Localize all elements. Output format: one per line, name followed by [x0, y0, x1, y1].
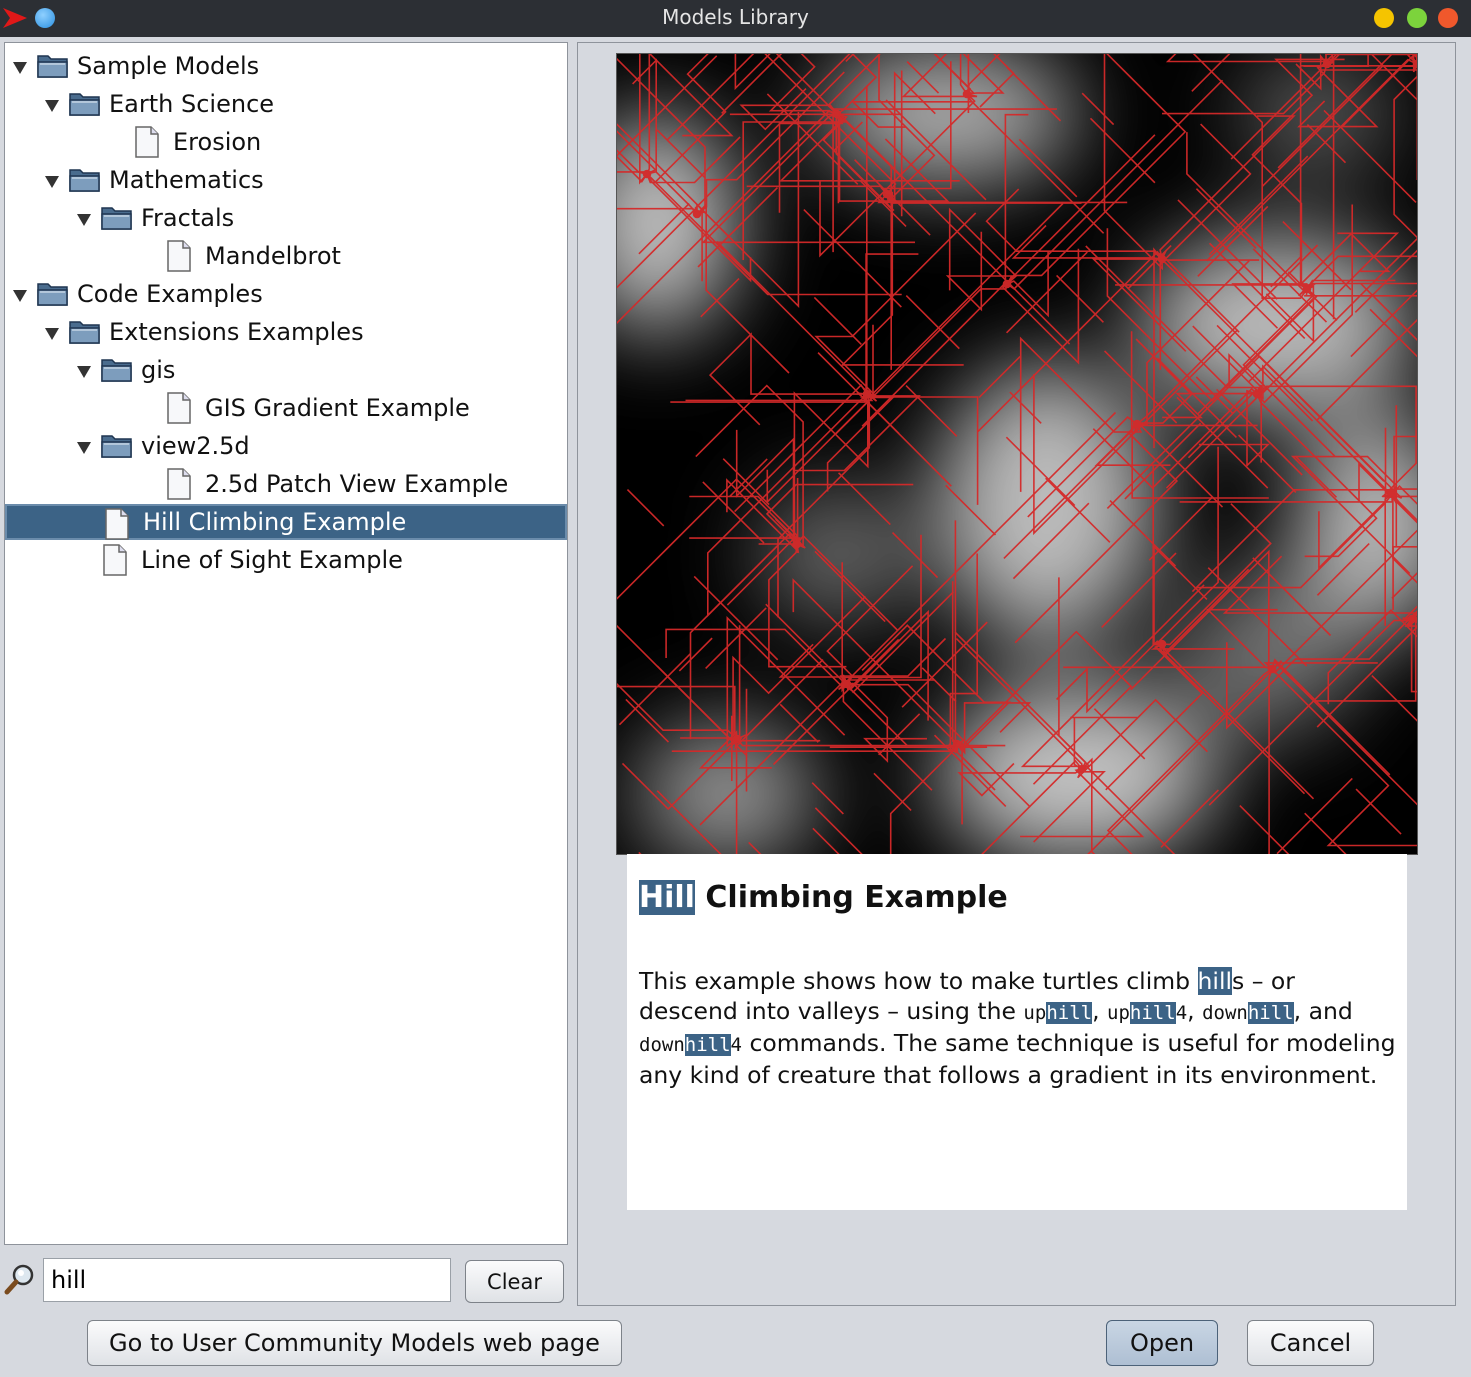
tree-item-label: Erosion [173, 128, 262, 156]
user-community-models-button[interactable]: Go to User Community Models web page [87, 1320, 622, 1366]
tree-item[interactable]: 2.5d Patch View Example [5, 466, 567, 502]
turtle-marker [1157, 639, 1167, 649]
turtle-marker [1132, 419, 1142, 429]
turtle-marker [842, 679, 852, 689]
turtle-marker [1157, 254, 1167, 264]
title-highlight: Hill [639, 880, 695, 915]
search-match-highlight: hill [1197, 967, 1232, 995]
expand-arrow-icon[interactable] [13, 290, 27, 302]
tree-item[interactable]: view2.5d [5, 428, 567, 464]
tree-item-label: gis [141, 356, 176, 384]
search-match-highlight: hill [684, 1034, 731, 1056]
folder-icon [68, 88, 102, 128]
tree-item-label: Code Examples [77, 280, 263, 308]
minimize-button[interactable] [1374, 8, 1394, 28]
folder-icon [68, 316, 102, 356]
expand-arrow-icon[interactable] [13, 62, 27, 74]
tree-item-label: view2.5d [141, 432, 250, 460]
tree-item-label: Earth Science [109, 90, 275, 118]
tree-item-label: Mandelbrot [205, 242, 341, 270]
model-preview-image [489, 0, 1471, 998]
description-text: This example shows how to make turtles c… [639, 967, 1198, 995]
expand-arrow-icon[interactable] [45, 100, 59, 112]
turtle-marker [862, 389, 872, 399]
folder-icon [68, 164, 102, 204]
tree-item-label: Extensions Examples [109, 318, 364, 346]
tree-item-label: Fractals [141, 204, 235, 232]
tree-item[interactable]: Extensions Examples [5, 314, 567, 350]
model-title: Hill Climbing Example [639, 880, 1008, 915]
model-description: Hill Climbing Example This example shows… [627, 854, 1407, 1210]
search-match-highlight: hill [1129, 1002, 1176, 1024]
maximize-button[interactable] [1407, 8, 1427, 28]
turtle-marker [1412, 59, 1422, 69]
title-bar: Models Library [0, 0, 1471, 37]
turtle-marker [792, 539, 802, 549]
description-text: , and [1293, 997, 1353, 1025]
turtle-marker [1387, 489, 1397, 499]
description-text: down [1202, 1002, 1248, 1024]
tree-item[interactable]: gis [5, 352, 567, 388]
tree-item[interactable]: Erosion [5, 124, 567, 160]
turtle-marker [1407, 614, 1417, 624]
window-title: Models Library [662, 5, 809, 29]
open-button[interactable]: Open [1106, 1320, 1218, 1366]
expand-arrow-icon[interactable] [77, 214, 91, 226]
expand-arrow-icon[interactable] [45, 176, 59, 188]
tree-item-label: Mathematics [109, 166, 264, 194]
description-text: up [1107, 1002, 1130, 1024]
description-text: 4 [730, 1034, 742, 1056]
tree-item[interactable]: GIS Gradient Example [5, 390, 567, 426]
file-icon [101, 544, 129, 586]
search-match-highlight: hill [1247, 1002, 1294, 1024]
tree-item[interactable]: Code Examples [5, 276, 567, 312]
expand-arrow-icon[interactable] [77, 366, 91, 378]
folder-icon [100, 202, 134, 242]
tree-item-label: GIS Gradient Example [205, 394, 470, 422]
turtle-marker [1322, 59, 1332, 69]
description-text: commands. The same technique is useful f… [639, 1029, 1396, 1089]
folder-icon [36, 50, 70, 90]
description-text: down [639, 1034, 685, 1056]
description-text: 4 [1175, 1002, 1188, 1024]
magnifier-icon [4, 1263, 36, 1299]
expand-arrow-icon[interactable] [45, 328, 59, 340]
folder-icon [100, 354, 134, 394]
tree-item[interactable]: Mathematics [5, 162, 567, 198]
tree-item[interactable]: Fractals [5, 200, 567, 236]
search-match-highlight: hill [1046, 1002, 1093, 1024]
turtle-marker [1077, 764, 1087, 774]
turtle-marker [952, 739, 962, 749]
model-description-text: This example shows how to make turtles c… [639, 966, 1399, 1090]
tree-item[interactable]: Sample Models [5, 48, 567, 84]
description-text: , [1092, 997, 1108, 1025]
turtle-marker [692, 209, 702, 219]
tree-item-label: 2.5d Patch View Example [205, 470, 509, 498]
tree-item-label: Sample Models [77, 52, 260, 80]
tree-item-label: Line of Sight Example [141, 546, 403, 574]
models-tree[interactable]: Sample Models Earth Science Erosion Mathema… [4, 42, 568, 1245]
close-button[interactable] [1438, 8, 1458, 28]
tree-item[interactable]: Mandelbrot [5, 238, 567, 274]
cancel-button[interactable]: Cancel [1247, 1320, 1374, 1366]
folder-icon [36, 278, 70, 318]
tree-item-label: Hill Climbing Example [143, 508, 407, 536]
tree-item[interactable]: Line of Sight Example [5, 542, 567, 578]
tree-item[interactable]: Hill Climbing Example [5, 504, 567, 540]
expand-arrow-icon[interactable] [77, 442, 91, 454]
turtle-marker [1267, 664, 1277, 674]
clear-button[interactable]: Clear [465, 1260, 564, 1303]
folder-icon [100, 430, 134, 470]
turtle-marker [732, 734, 742, 744]
title-rest: Climbing Example [694, 880, 1008, 915]
search-input[interactable] [43, 1258, 451, 1302]
turtle-marker [962, 89, 972, 99]
tree-item[interactable]: Earth Science [5, 86, 567, 122]
turtle-marker [832, 109, 842, 119]
turtle-marker [1002, 279, 1012, 289]
description-text: up [1023, 1002, 1047, 1024]
description-text: , [1187, 997, 1203, 1025]
turtle-marker [642, 169, 652, 179]
